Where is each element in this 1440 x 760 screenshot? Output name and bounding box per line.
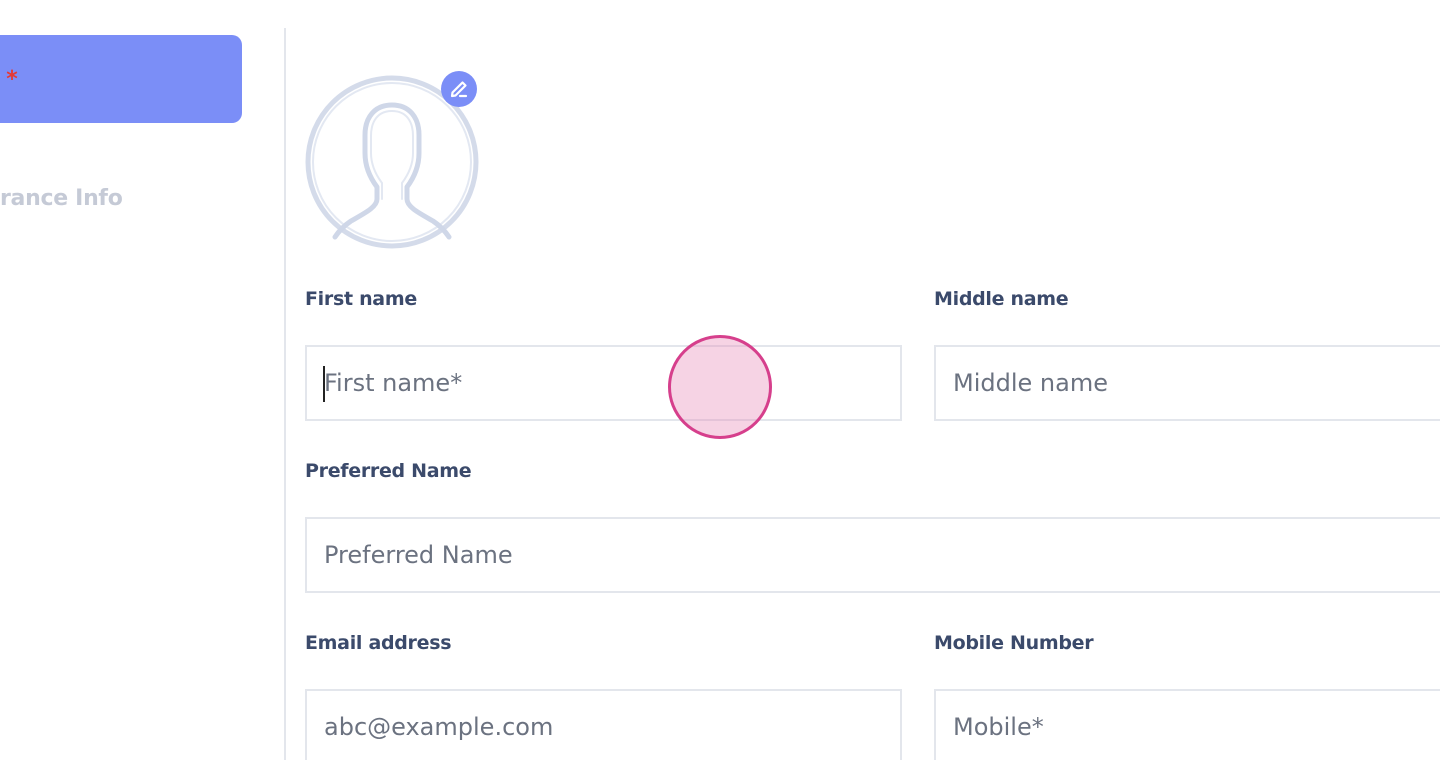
mobile-number-label: Mobile Number <box>934 632 1094 654</box>
sidebar: ent * rance Info <box>0 0 284 760</box>
sidebar-item-patient[interactable]: ent * <box>0 35 242 123</box>
sidebar-divider <box>284 28 286 760</box>
preferred-name-label: Preferred Name <box>305 460 472 482</box>
pencil-icon <box>450 81 468 98</box>
page: ent * rance Info First name Middle name … <box>0 0 1440 760</box>
sidebar-item-label: rance Info <box>0 185 123 211</box>
email-label: Email address <box>305 632 452 654</box>
email-input[interactable] <box>305 689 902 760</box>
mobile-input[interactable] <box>934 689 1440 760</box>
first-name-input[interactable] <box>305 345 902 421</box>
preferred-name-input[interactable] <box>305 517 1440 593</box>
text-caret <box>323 366 325 402</box>
first-name-label: First name <box>305 288 417 310</box>
middle-name-label: Middle name <box>934 288 1069 310</box>
required-mark: * <box>6 66 18 92</box>
middle-name-input[interactable] <box>934 345 1440 421</box>
edit-avatar-button[interactable] <box>441 71 477 107</box>
sidebar-item-label-wrap: ent * <box>0 35 18 123</box>
sidebar-item-insurance-info[interactable]: rance Info <box>0 178 123 218</box>
